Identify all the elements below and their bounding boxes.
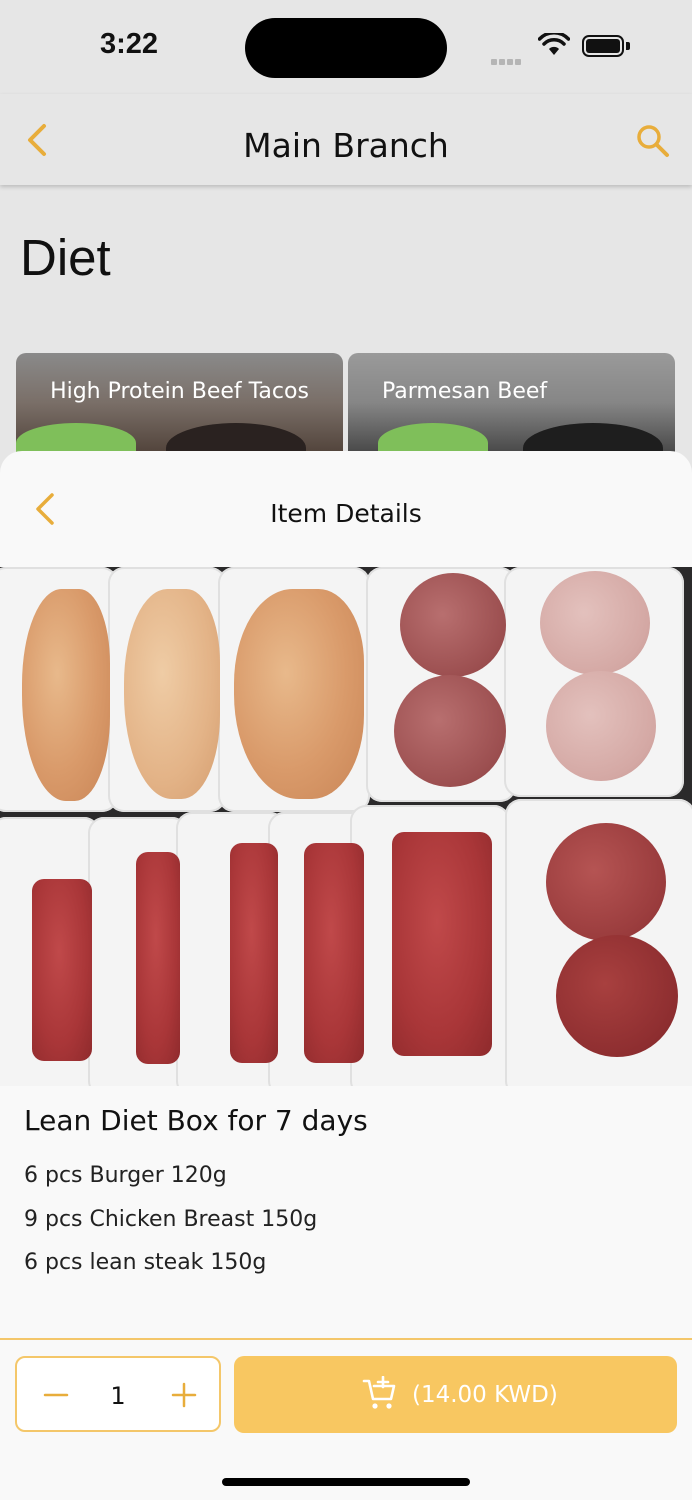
description-line: 6 pcs Burger 120g [24, 1163, 227, 1188]
quantity-stepper: 1 [15, 1356, 221, 1432]
sheet-title: Item Details [270, 499, 422, 528]
menu-card-label: High Protein Beef Tacos [50, 379, 309, 404]
home-indicator [222, 1478, 470, 1486]
navigation-bar: Main Branch [0, 94, 692, 185]
cellular-signal-icon [491, 50, 523, 69]
add-to-cart-icon [362, 1376, 396, 1409]
menu-card[interactable]: High Protein Beef Tacos [16, 353, 343, 463]
description-line: 9 pcs Chicken Breast 150g [24, 1207, 318, 1232]
bottom-action-bar: 1 (14.00 KWD) [0, 1338, 692, 1500]
status-bar: 3:22 [0, 0, 692, 94]
product-image [0, 567, 692, 1086]
search-icon[interactable] [634, 122, 672, 160]
product-name: Lean Diet Box for 7 days [24, 1104, 368, 1137]
description-line: 6 pcs lean steak 150g [24, 1250, 267, 1275]
add-to-cart-button[interactable]: (14.00 KWD) [234, 1356, 677, 1433]
wifi-icon [538, 33, 570, 55]
category-title: Diet [20, 229, 111, 286]
add-to-cart-price: (14.00 KWD) [412, 1382, 558, 1408]
menu-card-label: Parmesan Beef [382, 379, 548, 404]
status-time: 3:22 [100, 28, 159, 60]
battery-icon [582, 35, 624, 57]
dynamic-island [245, 18, 447, 78]
menu-card[interactable]: Parmesan Beef [348, 353, 675, 463]
branch-title: Main Branch [243, 126, 449, 165]
plus-icon[interactable] [171, 1382, 197, 1408]
item-details-sheet: Item Details Lean Diet Box for 7 days 6 … [0, 451, 692, 1500]
